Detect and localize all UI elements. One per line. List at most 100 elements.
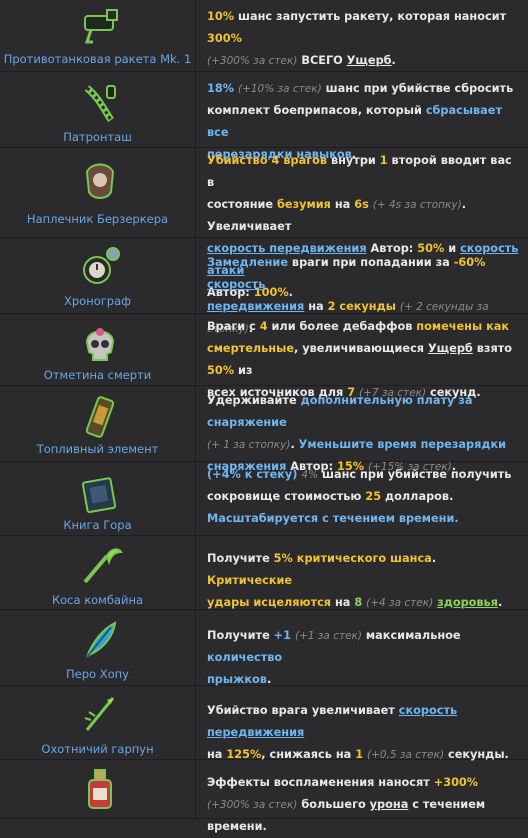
description-fragment: шанс при убийстве сбросить — [321, 82, 514, 95]
description-fragment: на — [304, 300, 328, 313]
item-row: Наплечник Берзеркера Убийство 4 врагов вн… — [0, 148, 528, 299]
item-name: Отметина смерти — [43, 368, 152, 382]
description-fragment: 1 — [379, 154, 388, 167]
description-fragment: врагов — [279, 154, 328, 167]
description-fragment: 300% — [207, 32, 242, 45]
item-row: Противотанковая ракета Mk. 1 10% шанс зап… — [0, 0, 528, 72]
bottle-icon — [77, 766, 123, 812]
description-fragment: (+4 за стек) — [366, 597, 434, 609]
description-fragment: 10% — [207, 10, 235, 23]
description-fragment: внутри — [327, 154, 380, 167]
description-fragment: 2 секунды — [327, 300, 396, 313]
book-icon — [77, 470, 123, 516]
description-fragment: , увеличивающиеся — [294, 342, 428, 355]
description-fragment: (+10% за стек) — [237, 83, 322, 95]
description-fragment: безумия — [277, 198, 331, 211]
item-name: Патронташ — [63, 130, 132, 144]
description-fragment: долларов. — [381, 490, 454, 503]
harpoon-icon — [77, 690, 123, 736]
description-fragment: сокровище стоимостью — [207, 490, 366, 503]
description-fragment: Враги с — [207, 320, 260, 333]
description-fragment: Получите — [207, 629, 274, 642]
item-row: Перо Хопу Получите +1 (+1 за стек) максим… — [0, 610, 528, 686]
item-description: Убийство врага увеличивает скорость пере… — [207, 700, 521, 766]
description-fragment: 50% — [207, 364, 235, 377]
description-fragment: -60% — [453, 256, 486, 269]
feather-icon — [77, 617, 123, 663]
description-fragment: скорость — [207, 278, 266, 291]
description-fragment: враги при попадании за — [288, 256, 454, 269]
description-fragment: урона — [369, 798, 409, 811]
item-row: Хронограф Замедление враги при попадании … — [0, 238, 528, 335]
description-fragment: 25 — [365, 490, 382, 503]
item-row: Охотничий гарпун Убийство врага увеличива… — [0, 686, 528, 761]
fuel-cell-icon — [77, 394, 123, 440]
description-fragment: взято — [472, 342, 513, 355]
item-name: Коса комбайна — [51, 593, 144, 607]
description-fragment: удары — [207, 596, 250, 609]
item-description: Эффекты воспламенения наносят +300% (+300… — [207, 772, 521, 838]
description-fragment: Убийство — [207, 154, 272, 167]
description-fragment: Ущерб — [346, 54, 392, 67]
description-fragment: помечены как — [416, 320, 510, 333]
description-fragment: 8 — [354, 596, 363, 609]
description-fragment: шанс запустить ракету, которая наносит — [234, 10, 507, 23]
description-fragment: смертельные — [207, 342, 294, 355]
description-fragment: передвижения — [207, 300, 305, 313]
description-fragment: . — [266, 673, 272, 686]
scythe-icon — [77, 542, 123, 588]
description-fragment: . — [391, 54, 396, 67]
skull-icon — [77, 322, 123, 368]
item-name: Топливный элемент — [36, 442, 159, 456]
description-fragment: (+300% за стек) — [207, 799, 298, 811]
description-fragment: большего — [297, 798, 370, 811]
rocket-launcher-icon — [77, 4, 123, 50]
item-row: Отметина смерти Враги с 4 или более дебаф… — [0, 314, 528, 399]
description-fragment: количество — [207, 651, 283, 664]
description-fragment: +1 — [273, 629, 291, 642]
item-description: Получите 5% критического шанса. Критичес… — [207, 548, 521, 614]
description-fragment: . — [431, 552, 437, 565]
description-fragment: на — [331, 596, 355, 609]
description-fragment: Замедление — [207, 256, 288, 269]
description-fragment: (+300% за стек) — [207, 55, 298, 67]
description-fragment: . — [290, 438, 299, 451]
description-fragment: или более дебаффов — [267, 320, 417, 333]
description-fragment: Ущерб — [427, 342, 473, 355]
description-fragment: +300% — [433, 776, 479, 789]
description-fragment: Получите — [207, 552, 274, 565]
description-fragment: исцеляются — [253, 596, 332, 609]
description-fragment: из — [234, 364, 253, 377]
item-row: Коса комбайна Получите 5% критического ша… — [0, 536, 528, 610]
item-row: Книга Гора (+4% к стеку) 4% шанс при убий… — [0, 462, 528, 536]
item-description: Получите +1 (+1 за стек) максимальное ко… — [207, 625, 521, 691]
item-row: Патронташ 18% (+10% за стек) шанс при уби… — [0, 72, 528, 161]
item-name: Перо Хопу — [66, 667, 129, 681]
description-fragment: Эффекты воспламенения наносят — [207, 776, 434, 789]
item-row: Эффекты воспламенения наносят +300% (+300… — [0, 760, 528, 833]
description-fragment: (+1 за стек) — [294, 630, 362, 642]
description-fragment: (+ 1 за стопку) — [207, 439, 291, 451]
item-row: Топливный элемент Удерживайте дополнитель… — [0, 386, 528, 473]
description-fragment: 4 — [259, 320, 268, 333]
item-name: Хронограф — [64, 294, 131, 308]
description-fragment: комплект боеприпасов, который — [207, 104, 426, 117]
description-fragment: (+4% к стеку) — [207, 468, 298, 481]
description-fragment: . — [497, 596, 503, 609]
bandolier-icon — [77, 80, 123, 126]
description-fragment: на — [330, 198, 355, 211]
description-fragment: 5% критического шанса — [273, 552, 432, 565]
description-fragment: (+ 4s за стопку) — [372, 199, 462, 211]
item-name: Наплечник Берзеркера — [26, 212, 169, 226]
stopwatch-icon — [77, 244, 123, 290]
description-fragment: ВСЕГО — [297, 54, 347, 67]
description-fragment: Уменьшите время перезарядки — [298, 438, 507, 451]
description-fragment: 6s — [354, 198, 369, 211]
description-fragment: Критические — [207, 574, 293, 587]
description-fragment: Масштабируется с течением времени. — [207, 512, 459, 525]
description-fragment: Удерживайте — [207, 394, 301, 407]
description-fragment: 18% — [207, 82, 235, 95]
description-fragment: максимальное — [362, 629, 461, 642]
description-fragment: прыжков — [207, 673, 267, 686]
description-fragment: 4% — [301, 469, 319, 481]
